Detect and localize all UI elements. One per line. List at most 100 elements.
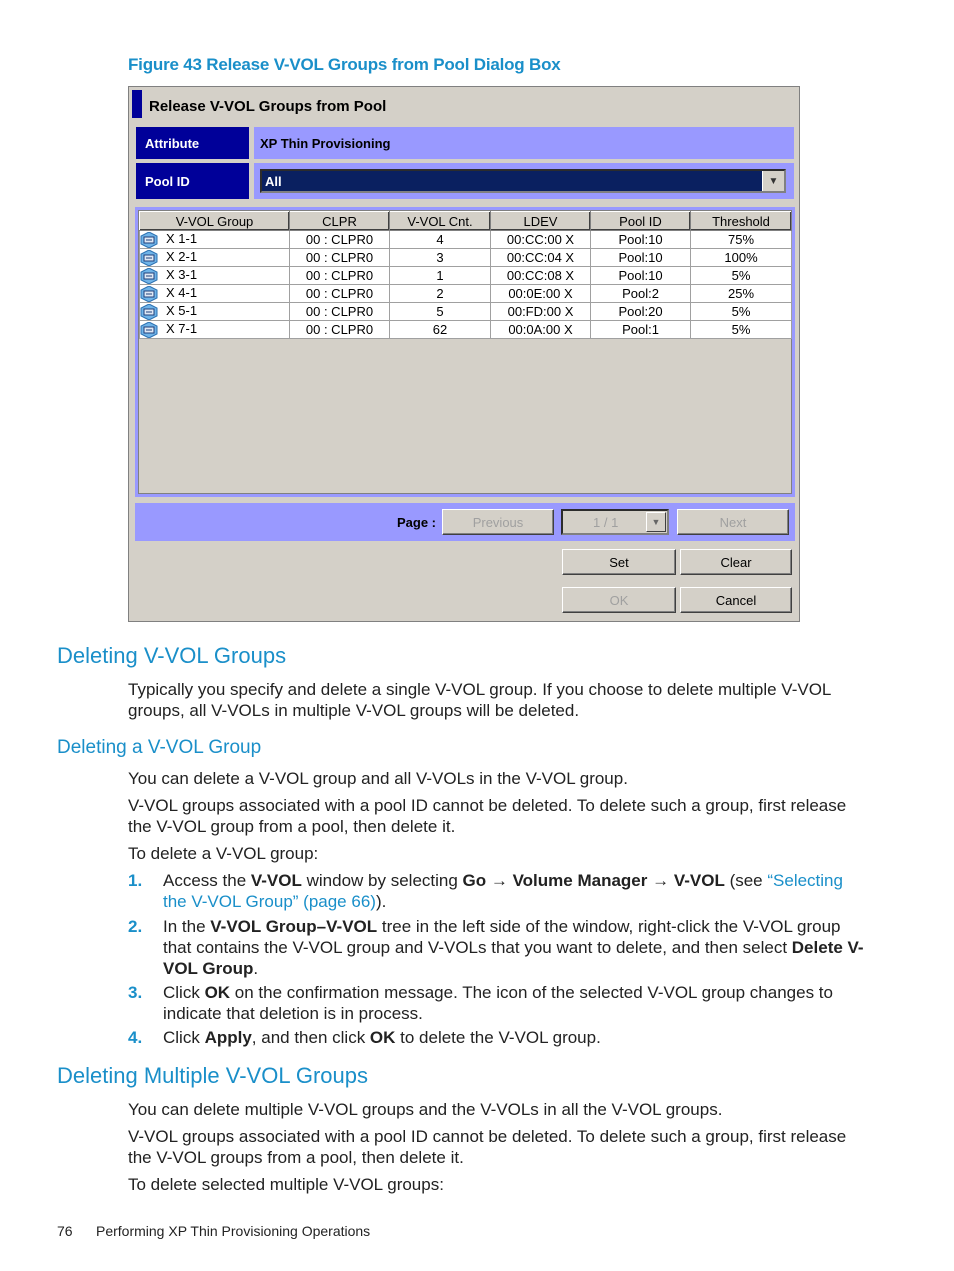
ui-term: Apply	[204, 1028, 252, 1047]
step-number: 3.	[128, 983, 143, 1002]
table-cell: 00 : CLPR0	[289, 266, 390, 285]
text: , and then click	[251, 1028, 370, 1047]
text: window by selecting	[301, 871, 463, 890]
chevron-down-icon[interactable]: ▼	[762, 171, 784, 191]
table-row[interactable]: X 7-1 00 : CLPR0 62 00:0A:00 X Pool:1 5%	[139, 320, 792, 339]
dialog-title: Release V-VOL Groups from Pool	[149, 98, 387, 115]
pool-id-row: All ▼	[254, 163, 794, 199]
column-header[interactable]: Pool ID	[590, 211, 691, 231]
vvol-group-table-area: V-VOL Group CLPR V-VOL Cnt. LDEV Pool ID…	[138, 210, 792, 494]
text: on the confirmation message. The icon of…	[163, 983, 833, 1023]
table-cell: 5%	[690, 320, 792, 339]
table-row[interactable]: X 4-1 00 : CLPR0 2 00:0E:00 X Pool:2 25%	[139, 284, 792, 303]
table-cell: 5%	[690, 302, 792, 321]
table-cell: 1	[389, 266, 491, 285]
heading-deleting-a-vvol-group: Deleting a V-VOL Group	[57, 737, 262, 758]
table-cell: 5	[389, 302, 491, 321]
table-cell: Pool:1	[590, 320, 691, 339]
table-cell: 62	[389, 320, 491, 339]
table-row[interactable]: X 1-1 00 : CLPR0 4 00:CC:00 X Pool:10 75%	[139, 230, 792, 249]
step-item: 3. Click OK on the confirmation message.…	[128, 982, 868, 1024]
step-text: In the V-VOL Group–V-VOL tree in the lef…	[163, 916, 873, 979]
step-number: 1.	[128, 871, 143, 890]
table-cell: Pool:10	[590, 248, 691, 267]
vvol-group-icon	[140, 285, 158, 302]
chevron-down-icon[interactable]: ▼	[646, 512, 666, 532]
table-header-row: V-VOL Group CLPR V-VOL Cnt. LDEV Pool ID…	[139, 211, 792, 231]
table-cell: X 7-1	[139, 320, 290, 339]
column-header[interactable]: LDEV	[490, 211, 591, 231]
vvol-group-table: V-VOL Group CLPR V-VOL Cnt. LDEV Pool ID…	[139, 211, 792, 339]
text: Click	[163, 983, 205, 1002]
vvol-group-name: X 7-1	[166, 321, 198, 337]
pool-id-label: Pool ID	[136, 163, 249, 199]
table-cell: 00:0E:00 X	[490, 284, 591, 303]
vvol-group-name: X 3-1	[166, 267, 198, 283]
table-cell: 100%	[690, 248, 792, 267]
text: to delete the V-VOL group.	[395, 1028, 601, 1047]
text: ).	[375, 892, 387, 911]
attribute-label: Attribute	[136, 127, 249, 159]
table-cell: 75%	[690, 230, 792, 249]
set-button[interactable]: Set	[562, 549, 676, 575]
page-select[interactable]: 1 / 1 ▼	[561, 509, 669, 535]
table-cell: X 3-1	[139, 266, 290, 285]
pool-id-select[interactable]: All ▼	[260, 169, 786, 193]
paragraph: V-VOL groups associated with a pool ID c…	[128, 796, 847, 836]
table-cell: Pool:20	[590, 302, 691, 321]
heading-deleting-vvol-groups: Deleting V-VOL Groups	[57, 643, 287, 668]
clear-button[interactable]: Clear	[680, 549, 792, 575]
table-cell: 00:0A:00 X	[490, 320, 591, 339]
table-cell: 00 : CLPR0	[289, 284, 390, 303]
text: .	[253, 959, 259, 978]
footer-section-title: Performing XP Thin Provisioning Operatio…	[96, 1223, 371, 1239]
attribute-value: XP Thin Provisioning	[254, 127, 794, 159]
footer-page-number: 76	[57, 1223, 73, 1239]
step-item: 4. Click Apply, and then click OK to del…	[128, 1027, 868, 1048]
arrow-icon: →	[486, 871, 513, 890]
step-number: 2.	[128, 917, 143, 936]
table-cell: 3	[389, 248, 491, 267]
paragraph: To delete selected multiple V-VOL groups…	[128, 1175, 444, 1194]
cancel-button[interactable]: Cancel	[680, 587, 792, 613]
table-row[interactable]: X 5-1 00 : CLPR0 5 00:FD:00 X Pool:20 5%	[139, 302, 792, 321]
column-header[interactable]: CLPR	[289, 211, 390, 231]
ui-term: V-VOL	[673, 871, 725, 890]
vvol-group-icon	[140, 231, 158, 248]
ui-term: V-VOL	[250, 871, 302, 890]
step-text: Access the V-VOL window by selecting Go …	[163, 870, 868, 912]
table-cell: 00:CC:04 X	[490, 248, 591, 267]
arrow-icon: →	[647, 871, 674, 890]
column-header[interactable]: Threshold	[690, 211, 792, 231]
table-cell: 00:CC:08 X	[490, 266, 591, 285]
table-cell: 00 : CLPR0	[289, 248, 390, 267]
text: Access the	[163, 871, 251, 890]
step-text: Click Apply, and then click OK to delete…	[163, 1027, 868, 1048]
table-cell: 4	[389, 230, 491, 249]
table-cell: Pool:10	[590, 266, 691, 285]
page-value: 1 / 1	[593, 515, 619, 530]
table-cell: 5%	[690, 266, 792, 285]
text: In the	[163, 917, 211, 936]
table-cell: X 1-1	[139, 230, 290, 249]
vvol-group-table-frame: V-VOL Group CLPR V-VOL Cnt. LDEV Pool ID…	[135, 207, 795, 497]
figure-caption: Figure 43 Release V-VOL Groups from Pool…	[128, 55, 561, 74]
ok-button[interactable]: OK	[562, 587, 676, 613]
table-cell: 00:CC:00 X	[490, 230, 591, 249]
column-header[interactable]: V-VOL Group	[139, 211, 290, 231]
text: (see	[724, 871, 768, 890]
table-row[interactable]: X 2-1 00 : CLPR0 3 00:CC:04 X Pool:10 100%	[139, 248, 792, 267]
paragraph: To delete a V-VOL group:	[128, 844, 319, 863]
next-button[interactable]: Next	[677, 509, 789, 535]
vvol-group-name: X 4-1	[166, 285, 198, 301]
table-row[interactable]: X 3-1 00 : CLPR0 1 00:CC:08 X Pool:10 5%	[139, 266, 792, 285]
column-header[interactable]: V-VOL Cnt.	[389, 211, 491, 231]
vvol-group-name: X 5-1	[166, 303, 198, 319]
previous-button[interactable]: Previous	[442, 509, 554, 535]
vvol-group-icon	[140, 303, 158, 320]
pool-id-selected: All	[265, 173, 282, 189]
vvol-group-icon	[140, 249, 158, 266]
pager-bar: Page : Previous 1 / 1 ▼ Next	[135, 503, 795, 541]
vvol-group-icon	[140, 267, 158, 284]
paragraph: V-VOL groups associated with a pool ID c…	[128, 1127, 847, 1167]
